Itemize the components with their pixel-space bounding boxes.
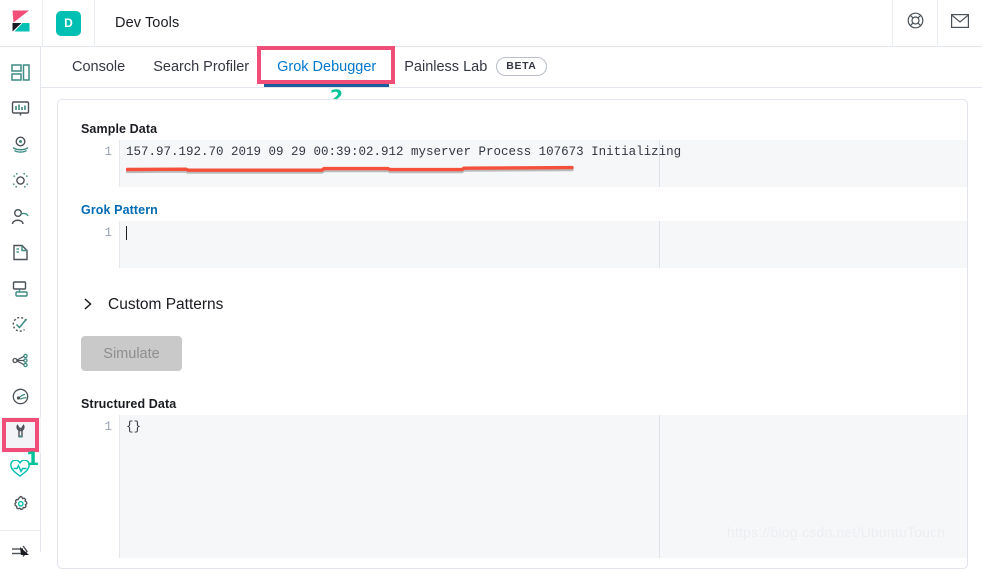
app-badge-cell: D (43, 0, 95, 47)
sidebar-divider (0, 530, 41, 531)
grok-pattern-line-number: 1 (104, 226, 112, 240)
sidebar-item-graph[interactable] (0, 165, 41, 201)
sample-data-line-number: 1 (104, 145, 112, 159)
lifebuoy-help-icon (907, 12, 924, 34)
app-badge: D (56, 10, 81, 36)
chevron-right-icon (81, 297, 97, 313)
tab-console[interactable]: Console (58, 46, 139, 87)
sample-data-value[interactable]: 157.97.192.70 2019 09 29 00:39:02.912 my… (120, 140, 967, 187)
canvas-presentation-icon (11, 99, 30, 123)
apm-nodes-icon (11, 351, 30, 375)
kibana-logo-cell[interactable] (0, 0, 43, 47)
page-title: Dev Tools (115, 15, 180, 31)
sidebar-item-infrastructure[interactable] (0, 237, 41, 273)
watermark-text: https://blog.csdn.net/UbuntuTouch (727, 524, 946, 540)
tab-search-profiler-label: Search Profiler (153, 58, 250, 75)
dashboard-icon (10, 63, 30, 87)
sidebar-item-maps[interactable] (0, 129, 41, 165)
sample-data-label: Sample Data (81, 122, 158, 136)
annotation-marker-1: 1 (26, 448, 40, 470)
sidebar-item-uptime[interactable] (0, 309, 41, 345)
cursor-corner-mark (20, 543, 30, 555)
sidebar-item-logs[interactable] (0, 273, 41, 309)
tab-console-label: Console (72, 58, 126, 75)
help-button[interactable] (892, 0, 937, 47)
beta-badge: BETA (496, 56, 547, 77)
tab-painless-lab-label: Painless Lab (404, 58, 488, 75)
sidebar-item-dashboard[interactable] (0, 57, 41, 93)
simulate-button[interactable]: Simulate (81, 336, 182, 371)
grok-pattern-value[interactable] (120, 221, 967, 268)
structured-data-label: Structured Data (81, 397, 177, 411)
primary-sidebar (0, 47, 41, 557)
kibana-logo-icon (11, 10, 31, 37)
sidebar-item-apm[interactable] (0, 345, 41, 381)
map-pin-icon (11, 135, 30, 159)
sidebar-item-management[interactable] (0, 489, 41, 525)
logs-stream-icon (11, 279, 30, 303)
graph-nodes-icon (11, 171, 30, 195)
gear-icon (11, 495, 30, 519)
custom-patterns-toggle[interactable]: Custom Patterns (81, 296, 967, 314)
monitoring-signal-icon (11, 387, 30, 411)
sidebar-item-canvas[interactable] (0, 93, 41, 129)
sample-data-gutter: 1 (81, 140, 120, 187)
text-caret (126, 226, 127, 240)
structured-data-gutter: 1 (81, 415, 120, 558)
envelope-mail-icon (951, 13, 969, 33)
tab-search-profiler[interactable]: Search Profiler (139, 46, 263, 87)
header-actions (892, 0, 982, 47)
grok-debugger-panel: Sample Data 1 157.97.192.70 2019 09 29 0… (57, 99, 968, 569)
wrench-icon (11, 423, 30, 447)
tab-painless-lab[interactable]: Painless Lab BETA (390, 46, 560, 87)
app-header: D Dev Tools (0, 0, 982, 47)
tab-grok-debugger[interactable]: Grok Debugger (263, 46, 390, 87)
custom-patterns-label: Custom Patterns (108, 296, 224, 313)
uptime-clock-icon (11, 315, 30, 339)
infrastructure-icon (11, 243, 30, 267)
dev-tools-tabs: Console Search Profiler Grok Debugger Pa… (41, 47, 982, 88)
sample-data-editor[interactable]: 1 157.97.192.70 2019 09 29 00:39:02.912 … (81, 140, 967, 187)
grok-pattern-label: Grok Pattern (81, 203, 158, 217)
grok-pattern-editor[interactable]: 1 (81, 221, 967, 268)
grok-pattern-gutter: 1 (81, 221, 120, 268)
user-profile-icon (11, 207, 30, 231)
sidebar-item-monitoring[interactable] (0, 381, 41, 417)
sidebar-item-machine-learning[interactable] (0, 201, 41, 237)
tab-grok-debugger-label: Grok Debugger (277, 58, 377, 75)
mail-button[interactable] (937, 0, 982, 47)
structured-data-line-number: 1 (104, 420, 112, 434)
